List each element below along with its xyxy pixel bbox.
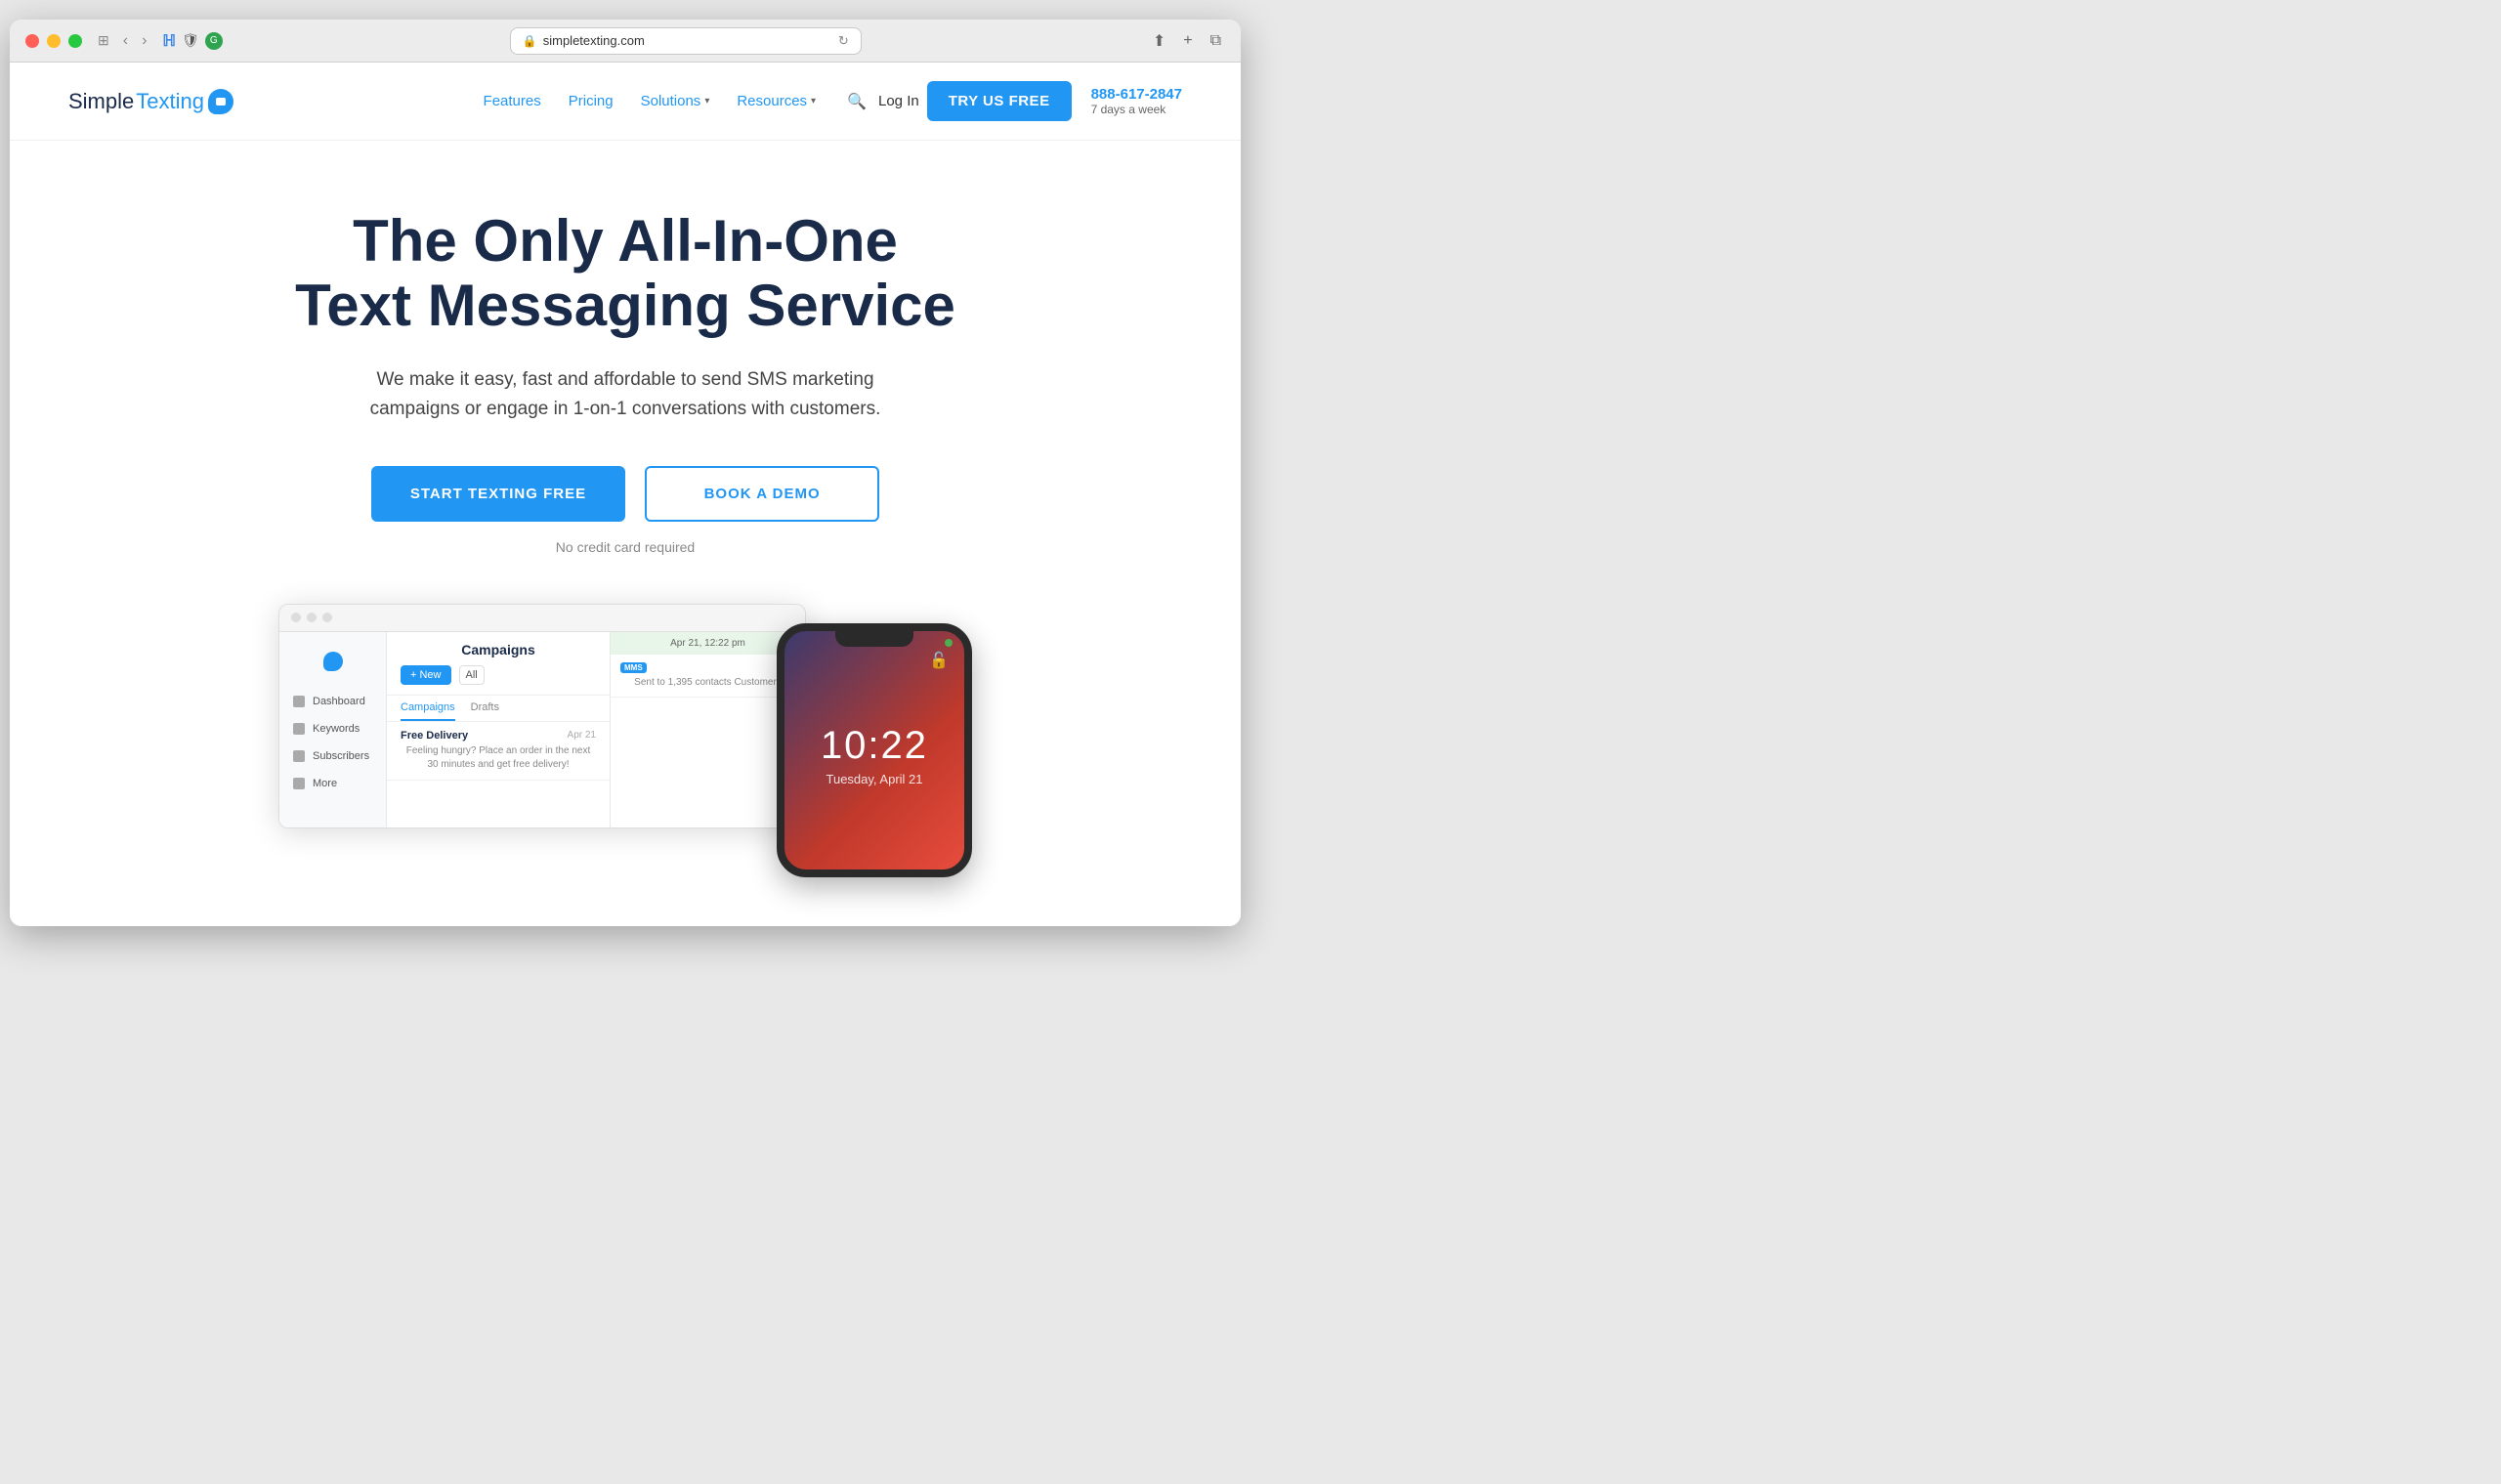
book-demo-button[interactable]: BOOK A DEMO: [645, 466, 879, 522]
campaign-desc: Feeling hungry? Place an order in the ne…: [401, 744, 596, 772]
logo[interactable]: Simple Texting: [68, 89, 233, 114]
sidebar-logo-icon: [323, 652, 343, 671]
forward-button[interactable]: ›: [138, 28, 150, 54]
app-dot-1: [291, 613, 301, 622]
browser-titlebar: ⊞ ‹ › ℍ 🛡 G 🔒 simpletexting.com ↻ ⬆ + ⧉: [10, 20, 1241, 63]
phone-time: 10:22: [821, 724, 928, 768]
dashboard-icon: [293, 696, 305, 707]
nav-resources[interactable]: Resources ▾: [737, 93, 816, 109]
minimize-button[interactable]: [47, 34, 61, 48]
keywords-icon: [293, 723, 305, 735]
phone-status-dot: [945, 639, 953, 647]
share-button[interactable]: ⬆: [1149, 27, 1169, 55]
campaign-date: Apr 21: [568, 730, 596, 742]
sidebar-item-keywords[interactable]: Keywords: [279, 715, 386, 742]
app-sidebar: Dashboard Keywords Subscribers: [279, 632, 387, 827]
phone-notch: [835, 631, 913, 647]
app-header: Campaigns + New All: [387, 632, 610, 696]
url-text: simpletexting.com: [543, 33, 645, 48]
close-button[interactable]: [25, 34, 39, 48]
hero-subtitle: We make it easy, fast and affordable to …: [361, 365, 889, 425]
phone-date: Tuesday, April 21: [827, 772, 923, 786]
new-tab-button[interactable]: +: [1179, 28, 1196, 54]
start-texting-button[interactable]: START TEXTING FREE: [371, 466, 625, 522]
hero-section: The Only All-In-One Text Messaging Servi…: [10, 141, 1241, 926]
logo-text-texting: Texting: [136, 89, 204, 114]
hero-title: The Only All-In-One Text Messaging Servi…: [68, 209, 1182, 338]
tab-view-button[interactable]: ⊞: [94, 28, 113, 53]
app-window-titlebar: [279, 605, 805, 632]
more-icon: [293, 778, 305, 789]
search-button[interactable]: 🔍: [843, 88, 870, 115]
url-bar-container: 🔒 simpletexting.com ↻: [234, 27, 1137, 55]
nav-features[interactable]: Features: [484, 93, 541, 109]
app-body: Dashboard Keywords Subscribers: [279, 632, 805, 827]
lock-icon: 🔒: [523, 34, 537, 48]
campaign-item-header: Free Delivery Apr 21: [401, 730, 596, 742]
nav-phone: 888-617-2847 7 days a week: [1091, 86, 1182, 116]
sidebar-item-more[interactable]: More: [279, 770, 386, 797]
browser-icons: ⊞ ‹ ›: [94, 28, 150, 54]
navbar: Simple Texting Features Pricing Solution…: [10, 63, 1241, 141]
campaign-item[interactable]: Free Delivery Apr 21 Feeling hungry? Pla…: [387, 722, 610, 781]
no-credit-card-note: No credit card required: [68, 539, 1182, 555]
logo-bubble-icon: [208, 89, 233, 114]
url-bar[interactable]: 🔒 simpletexting.com ↻: [510, 27, 862, 55]
browser-window: ⊞ ‹ › ℍ 🛡 G 🔒 simpletexting.com ↻ ⬆ + ⧉: [10, 20, 1241, 926]
tabs-button[interactable]: ⧉: [1207, 28, 1225, 54]
subscribers-icon: [293, 750, 305, 762]
mms-badge: MMS: [620, 662, 647, 673]
traffic-lights: [25, 34, 82, 48]
ext-icon: G: [205, 32, 223, 50]
logo-text-simple: Simple: [68, 89, 134, 114]
bookmark-icon: ℍ: [162, 31, 176, 51]
new-campaign-button[interactable]: + New: [401, 665, 451, 685]
phone-number[interactable]: 888-617-2847: [1091, 86, 1182, 103]
dashboard-preview: Dashboard Keywords Subscribers: [186, 604, 1065, 877]
campaign-name: Free Delivery: [401, 730, 468, 742]
nav-links: Features Pricing Solutions ▾ Resources ▾: [484, 93, 817, 109]
phone-mockup: 🔓 10:22 Tuesday, April 21: [777, 623, 972, 877]
app-main: Campaigns + New All Campaigns Drafts: [387, 632, 610, 827]
inbox-msg-title: MMS: [620, 662, 795, 673]
login-link[interactable]: Log In: [870, 93, 927, 109]
filter-dropdown[interactable]: All: [459, 665, 485, 685]
campaign-list: Free Delivery Apr 21 Feeling hungry? Pla…: [387, 722, 610, 781]
app-tabs: Campaigns Drafts: [387, 696, 610, 722]
extension-icons: ℍ 🛡 G: [162, 31, 222, 51]
drafts-tab[interactable]: Drafts: [471, 696, 499, 721]
sidebar-item-subscribers[interactable]: Subscribers: [279, 742, 386, 770]
sidebar-item-dashboard[interactable]: Dashboard: [279, 688, 386, 715]
solutions-chevron-icon: ▾: [704, 96, 709, 106]
phone-lock-icon: 🔓: [929, 651, 949, 670]
hero-buttons: START TEXTING FREE BOOK A DEMO: [68, 466, 1182, 522]
campaigns-tab[interactable]: Campaigns: [401, 696, 455, 721]
phone-sub: 7 days a week: [1091, 103, 1166, 116]
reload-icon[interactable]: ↻: [838, 33, 849, 49]
back-button[interactable]: ‹: [119, 28, 132, 54]
app-toolbar: + New All: [401, 665, 596, 685]
browser-toolbar-right: ⬆ + ⧉: [1149, 27, 1225, 55]
resources-chevron-icon: ▾: [811, 96, 816, 106]
app-dot-2: [307, 613, 317, 622]
nav-pricing[interactable]: Pricing: [569, 93, 614, 109]
try-free-button[interactable]: TRY US FREE: [927, 81, 1072, 121]
sidebar-logo: [279, 644, 386, 688]
app-dot-3: [322, 613, 332, 622]
inbox-area: Apr 21, 12:22 pm MMS Sent to 1,395 conta…: [610, 632, 805, 827]
nav-solutions[interactable]: Solutions ▾: [641, 93, 710, 109]
app-header-title: Campaigns: [401, 642, 596, 657]
maximize-button[interactable]: [68, 34, 82, 48]
app-window: Dashboard Keywords Subscribers: [278, 604, 806, 828]
shield-icon: 🛡: [182, 32, 199, 49]
page-content: Simple Texting Features Pricing Solution…: [10, 63, 1241, 926]
inbox-msg-detail: Sent to 1,395 contacts Customers: [620, 676, 795, 689]
